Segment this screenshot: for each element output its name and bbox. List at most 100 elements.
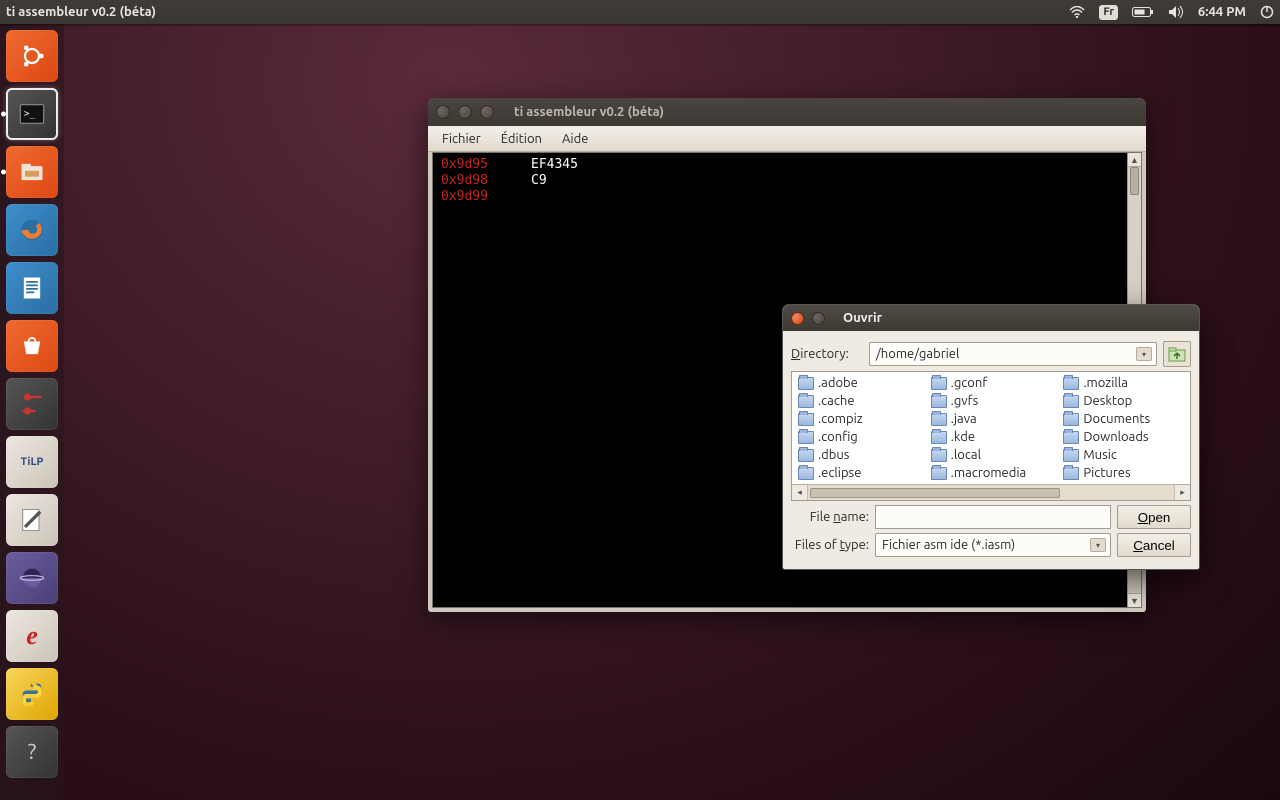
launcher-firefox[interactable] <box>6 204 58 256</box>
folder-icon <box>931 449 947 462</box>
launcher-python[interactable] <box>6 668 58 720</box>
folder-item[interactable]: .local <box>925 446 1058 464</box>
window-minimize-icon[interactable] <box>458 105 472 119</box>
folder-item[interactable]: .java <box>925 410 1058 428</box>
folder-item[interactable]: Pictures <box>1057 464 1190 482</box>
launcher-evince[interactable]: e <box>6 610 58 662</box>
open-button[interactable]: Open <box>1117 505 1191 529</box>
folder-icon <box>931 413 947 426</box>
scroll-up-icon[interactable]: ▲ <box>1128 153 1141 167</box>
folder-icon <box>798 377 814 390</box>
window-maximize-icon[interactable] <box>480 105 494 119</box>
folder-item[interactable]: .compiz <box>792 410 925 428</box>
chevron-down-icon[interactable]: ▾ <box>1090 538 1106 552</box>
filename-input[interactable] <box>875 505 1111 529</box>
folder-item[interactable]: .dbus <box>792 446 925 464</box>
asm-line: 0x9d95EF4345 <box>441 157 1119 173</box>
folder-icon <box>931 431 947 444</box>
launcher-eclipse[interactable] <box>6 552 58 604</box>
filetype-label: Files of type: <box>791 538 869 552</box>
file-col: .adobe .cache .compiz .config .dbus .ecl… <box>792 372 925 484</box>
cancel-button[interactable]: Cancel <box>1117 533 1191 557</box>
folder-icon <box>931 395 947 408</box>
folder-up-icon <box>1168 345 1186 363</box>
dialog-titlebar[interactable]: Ouvrir <box>783 305 1199 331</box>
file-list-hscrollbar[interactable]: ◂ ▸ <box>792 484 1190 500</box>
keyboard-layout-indicator[interactable]: Fr <box>1099 5 1118 20</box>
folder-icon <box>1063 395 1079 408</box>
file-col: .gconf .gvfs .java .kde .local .macromed… <box>925 372 1058 484</box>
folder-icon <box>798 431 814 444</box>
dialog-minimize-icon[interactable] <box>812 312 825 325</box>
asm-line: 0x9d99 <box>441 189 1119 205</box>
filetype-row: Files of type: Fichier asm ide (*.iasm) … <box>791 533 1191 557</box>
scroll-thumb[interactable] <box>810 488 1060 498</box>
folder-item[interactable]: Downloads <box>1057 428 1190 446</box>
launcher-ubuntu-dash[interactable] <box>6 30 58 82</box>
folder-item[interactable]: .mozilla <box>1057 374 1190 392</box>
window-close-icon[interactable] <box>436 105 450 119</box>
folder-item[interactable]: .config <box>792 428 925 446</box>
scroll-right-icon[interactable]: ▸ <box>1174 485 1190 500</box>
battery-icon[interactable] <box>1132 6 1154 18</box>
menu-edition[interactable]: Édition <box>491 129 552 149</box>
launcher-files[interactable] <box>6 146 58 198</box>
directory-value: /home/gabriel <box>876 347 959 361</box>
menu-aide[interactable]: Aide <box>552 129 598 149</box>
launcher: >_ TiLP e ? <box>0 24 64 800</box>
folder-item[interactable]: .gconf <box>925 374 1058 392</box>
chevron-down-icon[interactable]: ▾ <box>1136 347 1152 361</box>
clock[interactable]: 6:44 PM <box>1198 5 1246 19</box>
file-list: .adobe .cache .compiz .config .dbus .ecl… <box>791 371 1191 501</box>
folder-item[interactable]: .adobe <box>792 374 925 392</box>
network-icon[interactable] <box>1069 6 1085 18</box>
directory-combo[interactable]: /home/gabriel ▾ <box>869 342 1157 366</box>
indicator-area: Fr 6:44 PM <box>1069 5 1274 20</box>
folder-icon <box>798 467 814 480</box>
dialog-close-icon[interactable] <box>791 312 804 325</box>
folder-item[interactable]: .cache <box>792 392 925 410</box>
sound-icon[interactable] <box>1168 5 1184 19</box>
folder-item[interactable]: Documents <box>1057 410 1190 428</box>
folder-item[interactable]: Desktop <box>1057 392 1190 410</box>
scroll-thumb[interactable] <box>1130 167 1139 195</box>
folder-icon <box>1063 413 1079 426</box>
active-window-title: ti assembleur v0.2 (béta) <box>6 5 156 19</box>
launcher-text-editor[interactable] <box>6 494 58 546</box>
folder-icon <box>1063 377 1079 390</box>
dialog-title: Ouvrir <box>843 311 882 325</box>
folder-icon <box>798 449 814 462</box>
scroll-down-icon[interactable]: ▼ <box>1128 593 1141 607</box>
menu-fichier[interactable]: Fichier <box>432 129 491 149</box>
file-col: .mozilla Desktop Documents Downloads Mus… <box>1057 372 1190 484</box>
filename-label: File name: <box>791 510 869 524</box>
filetype-value: Fichier asm ide (*.iasm) <box>882 538 1015 552</box>
svg-text:>_: >_ <box>24 108 36 119</box>
folder-item[interactable]: .kde <box>925 428 1058 446</box>
app-menubar: Fichier Édition Aide <box>428 126 1146 152</box>
launcher-unknown[interactable]: ? <box>6 726 58 778</box>
launcher-tilp[interactable]: TiLP <box>6 436 58 488</box>
open-dialog: Ouvrir Directory: /home/gabriel ▾ .adobe… <box>782 304 1200 570</box>
launcher-terminal[interactable]: >_ <box>6 88 58 140</box>
folder-item[interactable]: .macromedia <box>925 464 1058 482</box>
session-icon[interactable] <box>1260 5 1274 19</box>
launcher-settings[interactable] <box>6 378 58 430</box>
up-directory-button[interactable] <box>1163 341 1191 367</box>
folder-item[interactable]: .eclipse <box>792 464 925 482</box>
folder-icon <box>1063 431 1079 444</box>
launcher-libreoffice-writer[interactable] <box>6 262 58 314</box>
app-titlebar[interactable]: ti assembleur v0.2 (béta) <box>428 98 1146 126</box>
asm-line: 0x9d98C9 <box>441 173 1119 189</box>
scroll-left-icon[interactable]: ◂ <box>792 485 808 500</box>
folder-icon <box>931 467 947 480</box>
folder-icon <box>798 413 814 426</box>
folder-item[interactable]: .gvfs <box>925 392 1058 410</box>
folder-icon <box>1063 467 1079 480</box>
filetype-combo[interactable]: Fichier asm ide (*.iasm) ▾ <box>875 533 1111 557</box>
filename-row: File name: Open <box>791 505 1191 529</box>
directory-row: Directory: /home/gabriel ▾ <box>791 341 1191 367</box>
directory-label: Directory: <box>791 347 863 361</box>
launcher-software-center[interactable] <box>6 320 58 372</box>
folder-item[interactable]: Music <box>1057 446 1190 464</box>
